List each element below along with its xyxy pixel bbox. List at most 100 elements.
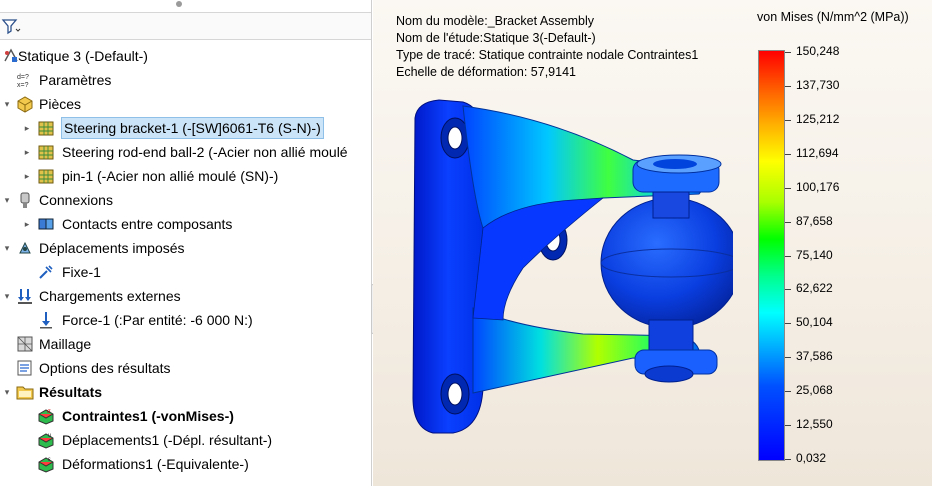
tree-item-force-1-par-entite-6-000-n[interactable]: Force-1 (:Par entité: -6 000 N:) (0, 308, 371, 332)
stress-plot-icon: σ (37, 407, 55, 425)
legend-tick-mark (785, 85, 791, 87)
study-name-text: Nom de l'étude:Statique 3(-Default-) (396, 31, 596, 45)
tree-item-pieces[interactable]: ▾ Pièces (0, 92, 371, 116)
strain-plot-icon: ε (37, 455, 55, 473)
tree-item-label: Force-1 (:Par entité: -6 000 N:) (62, 312, 253, 328)
legend-tick-mark (785, 391, 791, 393)
tree-item-deplacements1-depl-resultant[interactable]: u Déplacements1 (-Dépl. résultant-) (0, 428, 371, 452)
results-folder-icon (16, 383, 34, 401)
loads-icon (16, 287, 34, 305)
tree-item-options-des-resultats[interactable]: Options des résultats (0, 356, 371, 380)
legend-tick-mark (785, 425, 791, 427)
legend-tick-label: 62,622 (796, 281, 833, 296)
fixed-icon (37, 263, 55, 281)
legend-tick-label: 137,730 (796, 77, 840, 92)
parameters-icon: d=? x=? (16, 71, 34, 89)
tree-item-label: Déplacements imposés (39, 240, 185, 256)
expand-down-icon[interactable]: ▾ (2, 188, 12, 212)
expand-down-icon[interactable]: ▾ (2, 380, 12, 404)
tree-item-label: Fixe-1 (62, 264, 101, 280)
expand-down-icon[interactable]: ▾ (2, 236, 12, 260)
legend-tick-label: 100,176 (796, 179, 840, 194)
legend-tick-mark (785, 52, 791, 53)
tree-item-fixe-1[interactable]: Fixe-1 (0, 260, 371, 284)
tree-item-label: Statique 3 (-Default-) (18, 48, 148, 64)
legend-tick-label: 125,212 (796, 111, 840, 126)
tree-item-label: Steering rod-end ball-2 (-Acier non alli… (62, 144, 348, 160)
tree-item-label: Contacts entre composants (62, 216, 233, 232)
force-icon (37, 311, 55, 329)
expand-right-icon[interactable]: ▸ (22, 140, 32, 164)
legend-tick-mark (785, 221, 791, 223)
legend-tick-label: 112,694 (796, 145, 839, 160)
tree-item-label: Paramètres (39, 72, 112, 88)
tree-filter-bar (0, 12, 371, 40)
legend-tick-mark (785, 289, 791, 291)
expand-right-icon[interactable]: ▸ (22, 116, 32, 140)
tree-item-label: Résultats (39, 384, 103, 400)
legend-tick-label: 37,586 (796, 349, 833, 364)
expand-down-icon[interactable]: ▾ (2, 284, 12, 308)
svg-text:u: u (48, 433, 51, 439)
tree-item-label: Options des résultats (39, 360, 171, 376)
tree-item-steering-rod-end-ball-2-acier-non-allie-[interactable]: ▸ Steering rod-end ball-2 (-Acier non all… (0, 140, 371, 164)
legend-tick-label: 150,248 (796, 44, 840, 58)
tree-item-connexions[interactable]: ▾ Connexions (0, 188, 371, 212)
tree-item-label: Déplacements1 (-Dépl. résultant-) (62, 432, 273, 448)
tree-item-label: Maillage (39, 336, 92, 352)
bracket-model-render[interactable] (403, 88, 733, 448)
panel-grip-dot[interactable] (176, 1, 182, 7)
svg-text:σ: σ (47, 409, 51, 415)
stress-colorbar (758, 50, 785, 461)
tree-item-statique-3-default[interactable]: Statique 3 (-Default-) (0, 44, 371, 68)
legend-tick-mark (785, 323, 791, 325)
tree-item-contacts-entre-composants[interactable]: ▸ Contacts entre composants (0, 212, 371, 236)
tree-item-label: Connexions (39, 192, 113, 208)
legend-title: von Mises (N/mm^2 (MPa)) (757, 10, 909, 24)
svg-text:d=?: d=? (17, 74, 29, 81)
tree-item-deplacements-imposes[interactable]: ▾ Déplacements imposés (0, 236, 371, 260)
mesh-icon (16, 335, 34, 353)
contacts-icon (37, 215, 55, 233)
tree-item-label: pin-1 (-Acier non allié moulé (SN)-) (62, 168, 279, 184)
study-info-block: Nom du modèle:_Bracket Assembly Nom de l… (396, 13, 698, 81)
fixtures-icon (16, 239, 34, 257)
tree-item-label: Contraintes1 (-vonMises-) (62, 408, 234, 424)
tree-item-label: Chargements externes (39, 288, 181, 304)
tree-item-label: Steering bracket-1 (-[SW]6061-T6 (S-N)-) (61, 117, 324, 139)
legend-tick-label: 75,140 (796, 247, 833, 262)
expand-down-icon[interactable]: ▾ (2, 92, 12, 116)
deformation-scale-text: Echelle de déformation: 57,9141 (396, 65, 576, 79)
tree-item-deformations1-equivalente[interactable]: ε Déformations1 (-Equivalente-) (0, 452, 371, 476)
tree-item-label: Pièces (39, 96, 82, 112)
svg-text:x=?: x=? (17, 82, 29, 89)
tree-item-chargements-externes[interactable]: ▾ Chargements externes (0, 284, 371, 308)
legend-tick-mark (785, 459, 791, 460)
legend-tick-mark (785, 119, 791, 121)
legend-tick-mark (785, 187, 791, 189)
tree-item-parametres[interactable]: d=? x=? Paramètres (0, 68, 371, 92)
tree-item-pin-1-acier-non-allie-moule-sn[interactable]: ▸ pin-1 (-Acier non allié moulé (SN)-) (0, 164, 371, 188)
legend-tick-mark (785, 357, 791, 359)
filter-icon[interactable] (1, 16, 21, 38)
feature-tree-panel: Statique 3 (-Default-) d=? x=? Paramètres ▾ P… (0, 0, 372, 486)
svg-text:ε: ε (48, 457, 51, 463)
expand-right-icon[interactable]: ▸ (22, 164, 32, 188)
tree-item-maillage[interactable]: Maillage (0, 332, 371, 356)
legend-tick-label: 12,550 (796, 417, 833, 432)
result-options-icon (16, 359, 34, 377)
plot-type-text: Type de tracé: Statique contrainte nodal… (396, 48, 699, 62)
legend-tick-label: 25,068 (796, 383, 833, 398)
model-name-text: Nom du modèle:_Bracket Assembly (396, 14, 595, 28)
legend-tick-label: 50,104 (796, 315, 833, 330)
legend-tick-mark (785, 255, 791, 257)
parts-icon (16, 95, 34, 113)
tree-item-label: Déformations1 (-Equivalente-) (62, 456, 249, 472)
part-mesh-icon (37, 167, 55, 185)
displacement-plot-icon: u (37, 431, 55, 449)
graphics-viewport[interactable]: Nom du modèle:_Bracket Assembly Nom de l… (373, 0, 932, 486)
tree-item-resultats[interactable]: ▾ Résultats (0, 380, 371, 404)
tree-item-steering-bracket-1-sw-6061-t6-s-n[interactable]: ▸ Steering bracket-1 (-[SW]6061-T6 (S-N)-… (0, 116, 371, 140)
expand-right-icon[interactable]: ▸ (22, 212, 32, 236)
tree-item-contraintes1-vonmises[interactable]: σ Contraintes1 (-vonMises-) (0, 404, 371, 428)
